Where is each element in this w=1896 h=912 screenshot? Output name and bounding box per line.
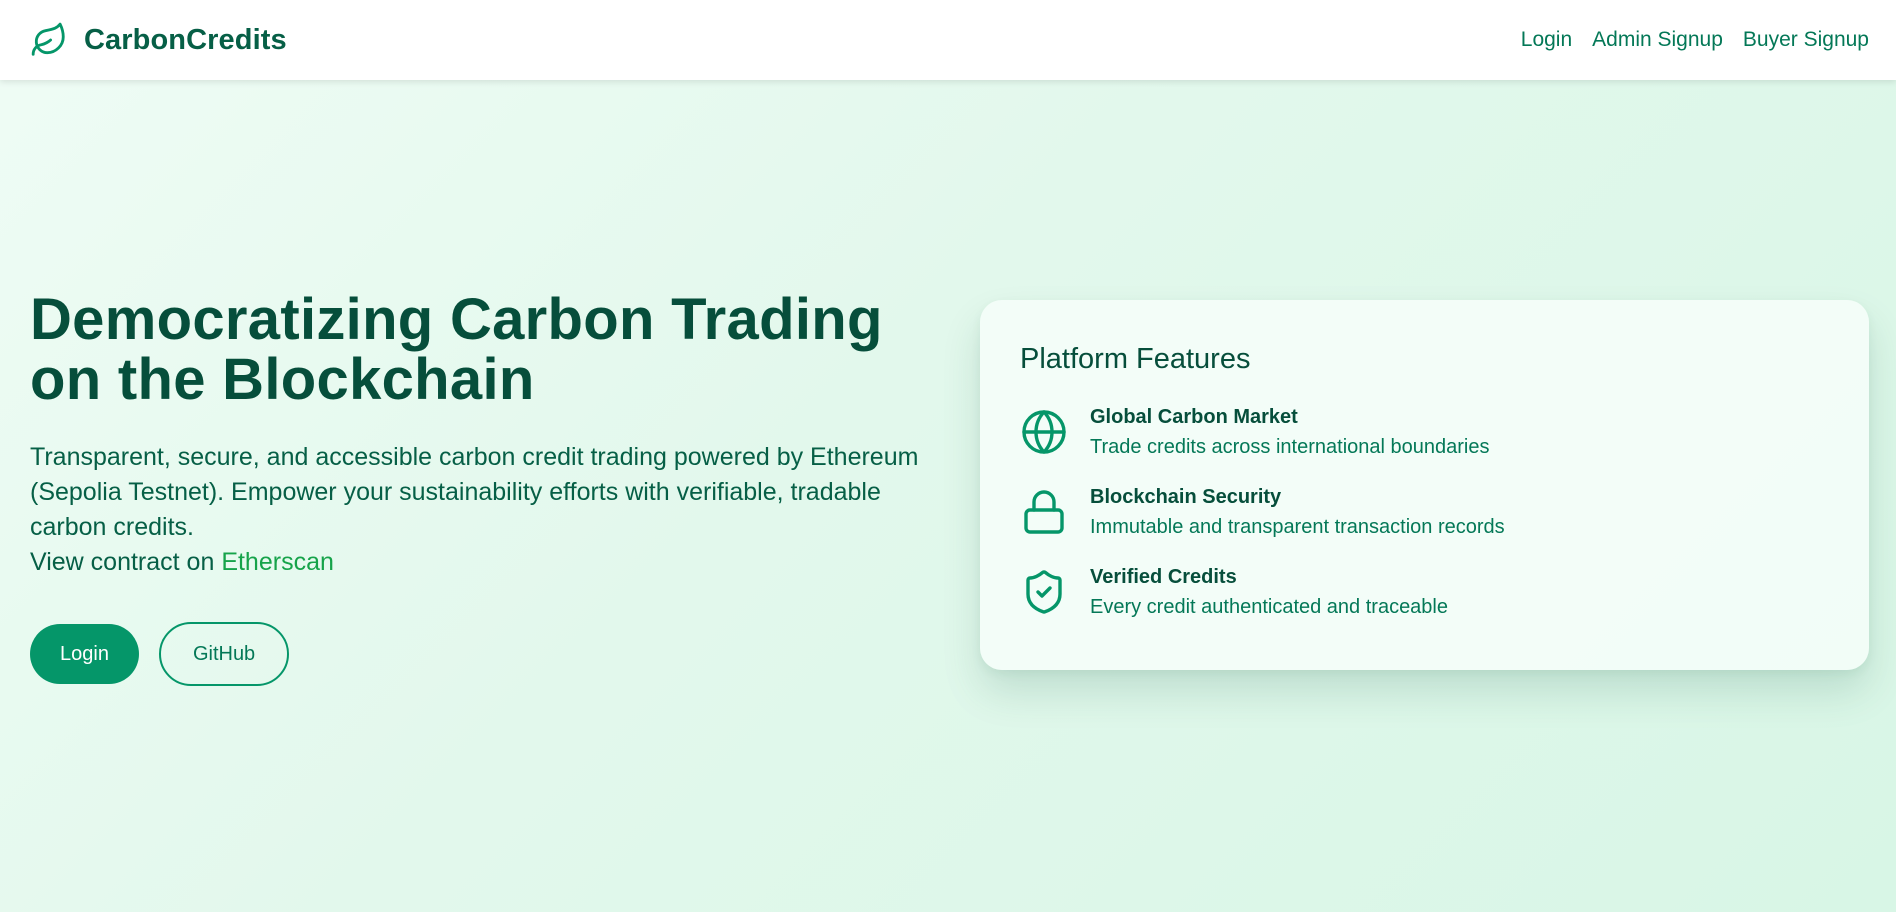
- hero-title: Democratizing Carbon Trading on the Bloc…: [30, 290, 930, 410]
- brand[interactable]: CarbonCredits: [30, 21, 287, 59]
- login-button[interactable]: Login: [30, 624, 139, 684]
- nav-links: Login Admin Signup Buyer Signup: [1521, 28, 1869, 52]
- hero-buttons: Login GitHub: [30, 622, 930, 686]
- nav-login-link[interactable]: Login: [1521, 28, 1572, 52]
- feature-item-blockchain-security: Blockchain Security Immutable and transp…: [1020, 482, 1829, 544]
- feature-name: Verified Credits: [1090, 566, 1237, 588]
- feature-name: Global Carbon Market: [1090, 406, 1298, 428]
- hero-section: Democratizing Carbon Trading on the Bloc…: [30, 290, 930, 686]
- feature-text: Verified Credits Every credit authentica…: [1090, 562, 1448, 622]
- feature-list: Global Carbon Market Trade credits acros…: [1020, 402, 1829, 624]
- globe-icon: [1020, 408, 1068, 456]
- hero-description: Transparent, secure, and accessible carb…: [30, 443, 919, 541]
- brand-name: CarbonCredits: [84, 23, 287, 56]
- navbar: CarbonCredits Login Admin Signup Buyer S…: [0, 0, 1896, 80]
- feature-description: Every credit authenticated and traceable: [1090, 596, 1448, 618]
- github-button[interactable]: GitHub: [158, 622, 290, 686]
- hero-contract-line: View contract on Etherscan: [30, 545, 930, 580]
- feature-item-global-market: Global Carbon Market Trade credits acros…: [1020, 402, 1829, 464]
- shield-check-icon: [1020, 568, 1068, 616]
- feature-description: Immutable and transparent transaction re…: [1090, 516, 1505, 538]
- nav-admin-signup-link[interactable]: Admin Signup: [1592, 28, 1723, 52]
- feature-item-verified-credits: Verified Credits Every credit authentica…: [1020, 562, 1829, 624]
- feature-name: Blockchain Security: [1090, 486, 1282, 508]
- etherscan-link[interactable]: Etherscan: [221, 548, 334, 576]
- feature-description: Trade credits across international bound…: [1090, 436, 1490, 458]
- lock-icon: [1020, 488, 1068, 536]
- features-title: Platform Features: [1020, 343, 1251, 375]
- hero-title-line-2: on the Blockchain: [30, 347, 535, 412]
- leaf-icon: [31, 22, 65, 56]
- platform-features-card: Platform Features Global Carbon Market T…: [980, 300, 1869, 670]
- hero-title-line-1: Democratizing Carbon Trading: [30, 287, 883, 352]
- nav-buyer-signup-link[interactable]: Buyer Signup: [1743, 28, 1869, 52]
- feature-text: Global Carbon Market Trade credits acros…: [1090, 402, 1489, 462]
- feature-text: Blockchain Security Immutable and transp…: [1090, 482, 1505, 542]
- contract-prefix: View contract on: [30, 548, 222, 576]
